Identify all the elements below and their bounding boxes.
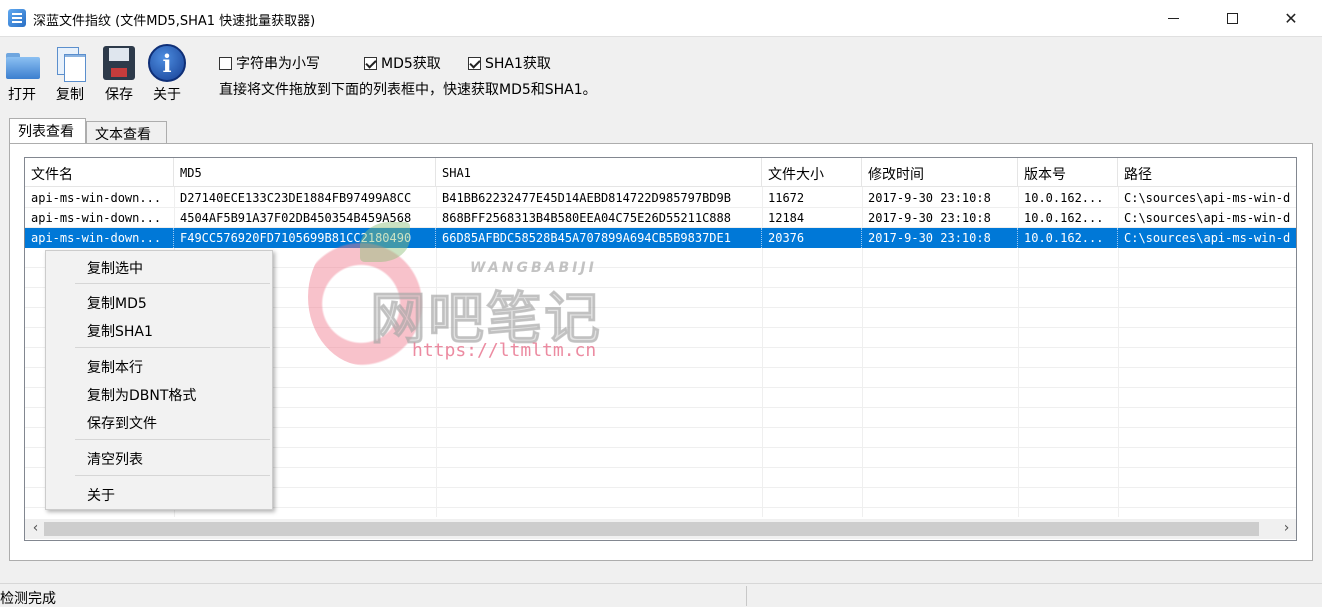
cell-filename: api-ms-win-down... [25,228,174,248]
open-label: 打开 [8,87,36,103]
table-row[interactable]: api-ms-win-down... 4504AF5B91A37F02DB450… [25,208,1296,228]
scroll-right-button[interactable]: › [1278,520,1295,537]
sha1-checkbox[interactable]: SHA1获取 [468,53,551,73]
menu-item-copy-md5[interactable]: 复制MD5 [46,290,272,314]
cell-size: 20376 [762,228,862,248]
scroll-left-button[interactable]: ‹ [27,520,44,537]
cell-md5: 4504AF5B91A37F02DB450354B459A568 [180,211,412,225]
menu-separator [75,283,270,284]
menu-item-about[interactable]: 关于 [46,482,272,506]
maximize-button[interactable] [1209,0,1255,36]
column-header-modified[interactable]: 修改时间 [862,158,1018,187]
lowercase-checkbox-label: 字符串为小写 [236,56,320,72]
cell-sha1: 66D85AFBDC58528B45A707899A694CB5B9837DE1 [436,228,762,248]
save-label: 保存 [105,87,133,103]
column-header-size[interactable]: 文件大小 [762,158,862,187]
list-header: 文件名 MD5 SHA1 文件大小 修改时间 版本号 路径 [25,158,1296,187]
status-text: 检测完成 [0,591,56,607]
floppy-disk-icon [100,44,138,82]
copy-button[interactable]: 复制 [48,44,92,104]
cell-path: C:\sources\api-ms-win-d [1124,211,1291,225]
column-header-sha1[interactable]: SHA1 [436,158,762,187]
tab-text-view[interactable]: 文本查看 [86,121,167,143]
md5-checkbox[interactable]: MD5获取 [364,53,441,73]
md5-checkbox-label: MD5获取 [381,56,441,72]
column-header-version[interactable]: 版本号 [1018,158,1118,187]
lowercase-checkbox-box[interactable] [219,56,232,70]
close-icon: ✕ [1284,8,1298,28]
menu-separator [75,347,270,348]
menu-item-copy-row[interactable]: 复制本行 [46,354,272,378]
tab-list-view[interactable]: 列表查看 [9,118,86,143]
md5-checkbox-box[interactable] [364,56,377,70]
folder-icon [3,44,41,82]
about-button[interactable]: i 关于 [145,44,189,104]
cell-modified: 2017-9-30 23:10:8 [868,211,991,225]
cell-version: 10.0.162... [1024,191,1104,205]
menu-item-clear-list[interactable]: 清空列表 [46,446,272,470]
title-bar: 深蓝文件指纹 (文件MD5,SHA1 快速批量获取器) ✕ [0,0,1322,37]
cell-version: 10.0.162... [1024,211,1104,225]
menu-item-copy-sha1[interactable]: 复制SHA1 [46,318,272,342]
context-menu: 复制选中 复制MD5 复制SHA1 复制本行 复制为DBNT格式 保存到文件 清… [45,250,273,510]
cell-modified: 2017-9-30 23:10:8 [862,228,1018,248]
column-header-md5[interactable]: MD5 [174,158,436,187]
drag-drop-hint: 直接将文件拖放到下面的列表框中，快速获取MD5和SHA1。 [219,82,597,98]
column-header-path[interactable]: 路径 [1118,158,1296,187]
table-row[interactable]: api-ms-win-down... D27140ECE133C23DE1884… [25,188,1296,208]
cell-filename: api-ms-win-down... [31,211,162,225]
cell-md5: D27140ECE133C23DE1884FB97499A8CC [180,191,412,205]
sha1-checkbox-label: SHA1获取 [485,56,551,72]
cell-path: C:\sources\api-ms-win-d [1118,228,1296,248]
horizontal-scrollbar[interactable]: ‹ › [25,519,1296,539]
about-label: 关于 [153,87,181,103]
table-row-selected[interactable]: api-ms-win-down... F49CC576920FD7105699B… [25,228,1296,248]
cell-size: 12184 [768,211,805,225]
menu-item-copy-dbnt[interactable]: 复制为DBNT格式 [46,382,272,406]
cell-version: 10.0.162... [1018,228,1118,248]
maximize-icon [1226,12,1238,24]
copy-icon [51,44,89,82]
copy-label: 复制 [56,87,84,103]
window-title: 深蓝文件指纹 (文件MD5,SHA1 快速批量获取器) [33,14,316,29]
menu-separator [75,439,270,440]
app-icon [8,9,26,27]
menu-separator [75,475,270,476]
lowercase-checkbox[interactable]: 字符串为小写 [219,53,320,73]
open-button[interactable]: 打开 [0,44,44,104]
scrollbar-thumb[interactable] [44,522,1259,536]
status-divider [746,586,747,606]
save-button[interactable]: 保存 [97,44,141,104]
cell-path: C:\sources\api-ms-win-d [1124,191,1291,205]
cell-sha1: B41BB62232477E45D14AEBD814722D985797BD9B [442,191,731,205]
minimize-button[interactable] [1150,0,1196,36]
menu-item-save-to-file[interactable]: 保存到文件 [46,410,272,434]
close-button[interactable]: ✕ [1268,0,1314,36]
minimize-icon [1167,17,1179,19]
sha1-checkbox-box[interactable] [468,56,481,70]
column-header-filename[interactable]: 文件名 [25,158,174,187]
cell-filename: api-ms-win-down... [31,191,162,205]
cell-md5: F49CC576920FD7105699B81CC2180490 [174,228,436,248]
cell-size: 11672 [768,191,805,205]
cell-sha1: 868BFF2568313B4B580EEA04C75E26D55211C888 [442,211,731,225]
status-bar: 检测完成 [0,583,1322,607]
menu-item-copy-selected[interactable]: 复制选中 [46,255,272,279]
cell-modified: 2017-9-30 23:10:8 [868,191,991,205]
info-icon: i [148,44,186,82]
